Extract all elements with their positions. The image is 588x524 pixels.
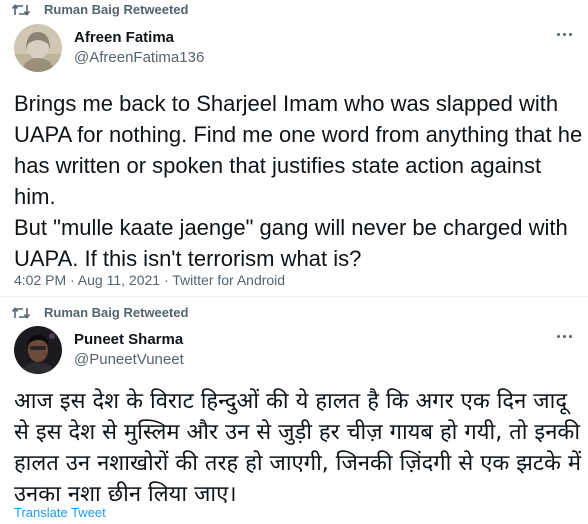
display-name[interactable]: Puneet Sharma bbox=[74, 330, 184, 350]
retweet-icon bbox=[12, 3, 30, 17]
tweet-author: Puneet Sharma @PuneetVuneet bbox=[14, 326, 184, 374]
retweet-icon bbox=[12, 306, 30, 320]
avatar[interactable] bbox=[14, 326, 62, 374]
user-handle[interactable]: @PuneetVuneet bbox=[74, 350, 184, 370]
tweet-timestamp[interactable]: 4:02 PM · Aug 11, 2021 · Twitter for And… bbox=[14, 272, 285, 288]
retweet-label[interactable]: Ruman Baig Retweeted bbox=[44, 305, 188, 320]
more-options-icon[interactable] bbox=[554, 24, 574, 44]
translate-tweet-link[interactable]: Translate Tweet bbox=[14, 505, 106, 520]
display-name[interactable]: Afreen Fatima bbox=[74, 28, 204, 48]
retweet-label[interactable]: Ruman Baig Retweeted bbox=[44, 2, 188, 17]
retweet-indicator: Ruman Baig Retweeted bbox=[12, 2, 188, 17]
divider bbox=[0, 296, 588, 297]
tweet-author: Afreen Fatima @AfreenFatima136 bbox=[14, 24, 204, 72]
author-names: Afreen Fatima @AfreenFatima136 bbox=[74, 28, 204, 68]
tweet-text: Brings me back to Sharjeel Imam who was … bbox=[14, 91, 583, 271]
tweet-text: आज इस देश के विराट हिन्दुओं की ये हालत ह… bbox=[14, 389, 582, 507]
retweet-indicator: Ruman Baig Retweeted bbox=[12, 305, 188, 320]
user-handle[interactable]: @AfreenFatima136 bbox=[74, 48, 204, 68]
author-names: Puneet Sharma @PuneetVuneet bbox=[74, 330, 184, 370]
avatar[interactable] bbox=[14, 24, 62, 72]
more-options-icon[interactable] bbox=[554, 326, 574, 346]
tweet-thread: Ruman Baig Retweeted Afreen Fatima @Afre… bbox=[0, 0, 588, 524]
